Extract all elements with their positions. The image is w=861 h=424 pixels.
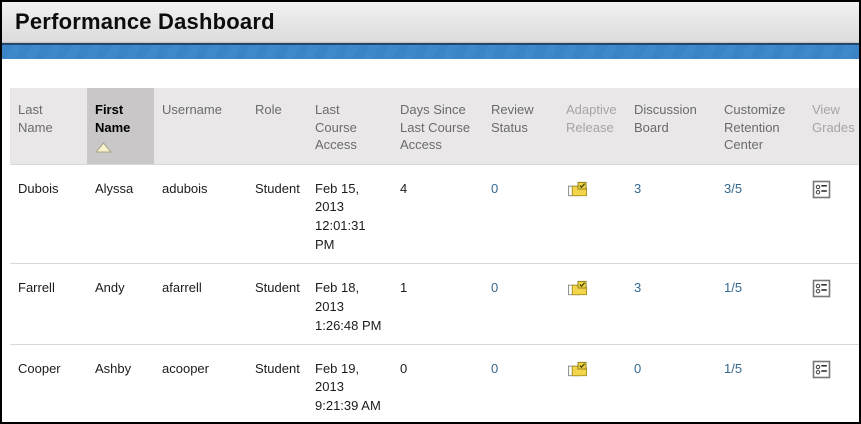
review-status-cell: 0 (483, 344, 558, 424)
review-status-link[interactable]: 0 (491, 280, 498, 295)
first-name-cell: Andy (87, 264, 154, 345)
table-row: Dubois Alyssa adubois Student Feb 15, 20… (10, 164, 861, 263)
review-status-cell: 0 (483, 264, 558, 345)
grade-list-icon[interactable] (812, 279, 861, 298)
page-title: Performance Dashboard (15, 9, 275, 35)
username-cell: acooper (154, 344, 247, 424)
column-header-last-course-access[interactable]: Last Course Access (307, 88, 392, 164)
sort-ascending-icon (95, 140, 146, 158)
column-header-last-name[interactable]: Last Name (10, 88, 87, 164)
review-status-link[interactable]: 0 (491, 361, 498, 376)
grade-list-icon[interactable] (812, 180, 861, 199)
role-cell: Student (247, 164, 307, 263)
performance-dashboard-window: Performance Dashboard Last Name First Na… (0, 0, 861, 424)
discussion-board-link[interactable]: 3 (634, 181, 641, 196)
column-header-label: Customize Retention Center (724, 102, 785, 152)
column-header-view-grades: View Grades (804, 88, 861, 164)
role-cell: Student (247, 344, 307, 424)
discussion-board-cell: 0 (626, 344, 716, 424)
view-grades-cell (804, 344, 861, 424)
column-header-label: Last Name (18, 102, 53, 135)
column-header-label: Discussion Board (634, 102, 697, 135)
customize-retention-center-cell: 1/5 (716, 344, 804, 424)
username-cell: afarrell (154, 264, 247, 345)
adaptive-release-cell (558, 344, 626, 424)
last-course-access-cell: Feb 18, 2013 1:26:48 PM (307, 264, 392, 345)
adaptive-release-cell (558, 264, 626, 345)
table-row: Farrell Andy afarrell Student Feb 18, 20… (10, 264, 861, 345)
adaptive-release-cell (558, 164, 626, 263)
column-header-username[interactable]: Username (154, 88, 247, 164)
review-status-link[interactable]: 0 (491, 181, 498, 196)
column-header-days-since-last-course-access[interactable]: Days Since Last Course Access (392, 88, 483, 164)
table-row: Cooper Ashby acooper Student Feb 19, 201… (10, 344, 861, 424)
discussion-board-cell: 3 (626, 164, 716, 263)
column-header-label: Username (162, 102, 222, 117)
column-header-customize-retention-center[interactable]: Customize Retention Center (716, 88, 804, 164)
accent-bar (2, 43, 859, 59)
column-header-label: Role (255, 102, 282, 117)
column-header-discussion-board[interactable]: Discussion Board (626, 88, 716, 164)
column-header-label: View Grades (812, 102, 855, 135)
column-header-adaptive-release: Adaptive Release (558, 88, 626, 164)
column-header-role[interactable]: Role (247, 88, 307, 164)
username-cell: adubois (154, 164, 247, 263)
last-course-access-cell: Feb 15, 2013 12:01:31 PM (307, 164, 392, 263)
days-since-last-course-access-cell: 4 (392, 164, 483, 263)
folder-check-icon[interactable] (566, 279, 618, 298)
column-header-label: First Name (95, 102, 130, 135)
column-header-label: Review Status (491, 102, 534, 135)
first-name-cell: Ashby (87, 344, 154, 424)
days-since-last-course-access-cell: 0 (392, 344, 483, 424)
customize-retention-center-link[interactable]: 1/5 (724, 361, 742, 376)
days-since-last-course-access-cell: 1 (392, 264, 483, 345)
column-header-label: Adaptive Release (566, 102, 617, 135)
view-grades-cell (804, 264, 861, 345)
header-row: Last Name First Name Username Role (10, 88, 861, 164)
view-grades-cell (804, 164, 861, 263)
discussion-board-link[interactable]: 0 (634, 361, 641, 376)
grade-list-icon[interactable] (812, 360, 861, 379)
last-name-cell: Cooper (10, 344, 87, 424)
first-name-cell: Alyssa (87, 164, 154, 263)
folder-check-icon[interactable] (566, 180, 618, 199)
content-area: Last Name First Name Username Role (2, 59, 859, 424)
column-header-first-name[interactable]: First Name (87, 88, 154, 164)
customize-retention-center-cell: 1/5 (716, 264, 804, 345)
column-header-review-status[interactable]: Review Status (483, 88, 558, 164)
customize-retention-center-link[interactable]: 1/5 (724, 280, 742, 295)
column-header-label: Last Course Access (315, 102, 357, 152)
folder-check-icon[interactable] (566, 360, 618, 379)
last-name-cell: Farrell (10, 264, 87, 345)
customize-retention-center-cell: 3/5 (716, 164, 804, 263)
performance-table: Last Name First Name Username Role (10, 88, 861, 424)
role-cell: Student (247, 264, 307, 345)
review-status-cell: 0 (483, 164, 558, 263)
title-bar: Performance Dashboard (2, 2, 859, 43)
discussion-board-link[interactable]: 3 (634, 280, 641, 295)
last-course-access-cell: Feb 19, 2013 9:21:39 AM (307, 344, 392, 424)
discussion-board-cell: 3 (626, 264, 716, 345)
last-name-cell: Dubois (10, 164, 87, 263)
column-header-label: Days Since Last Course Access (400, 102, 470, 152)
customize-retention-center-link[interactable]: 3/5 (724, 181, 742, 196)
